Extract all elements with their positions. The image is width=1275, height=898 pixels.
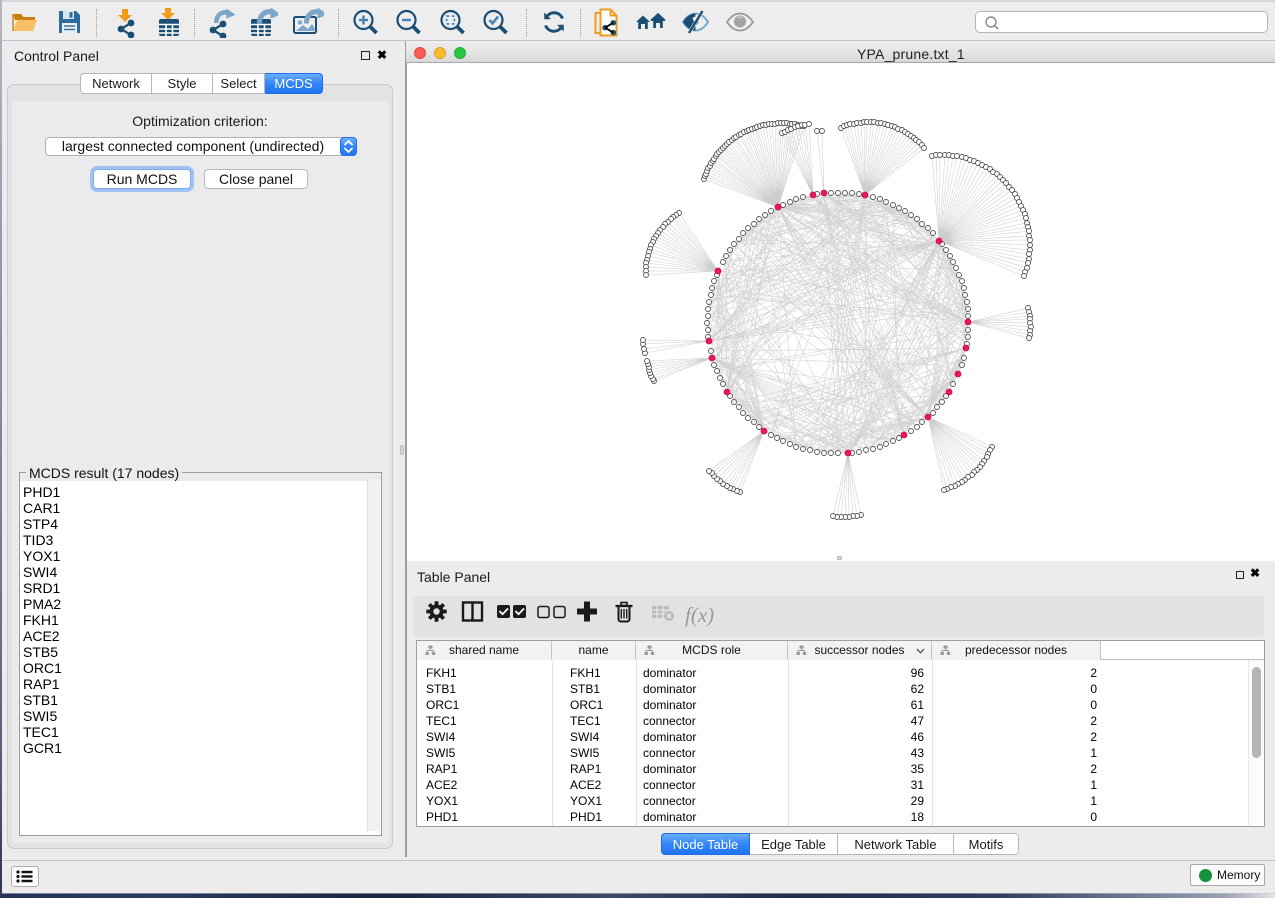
- svg-text:f(x): f(x): [685, 603, 714, 627]
